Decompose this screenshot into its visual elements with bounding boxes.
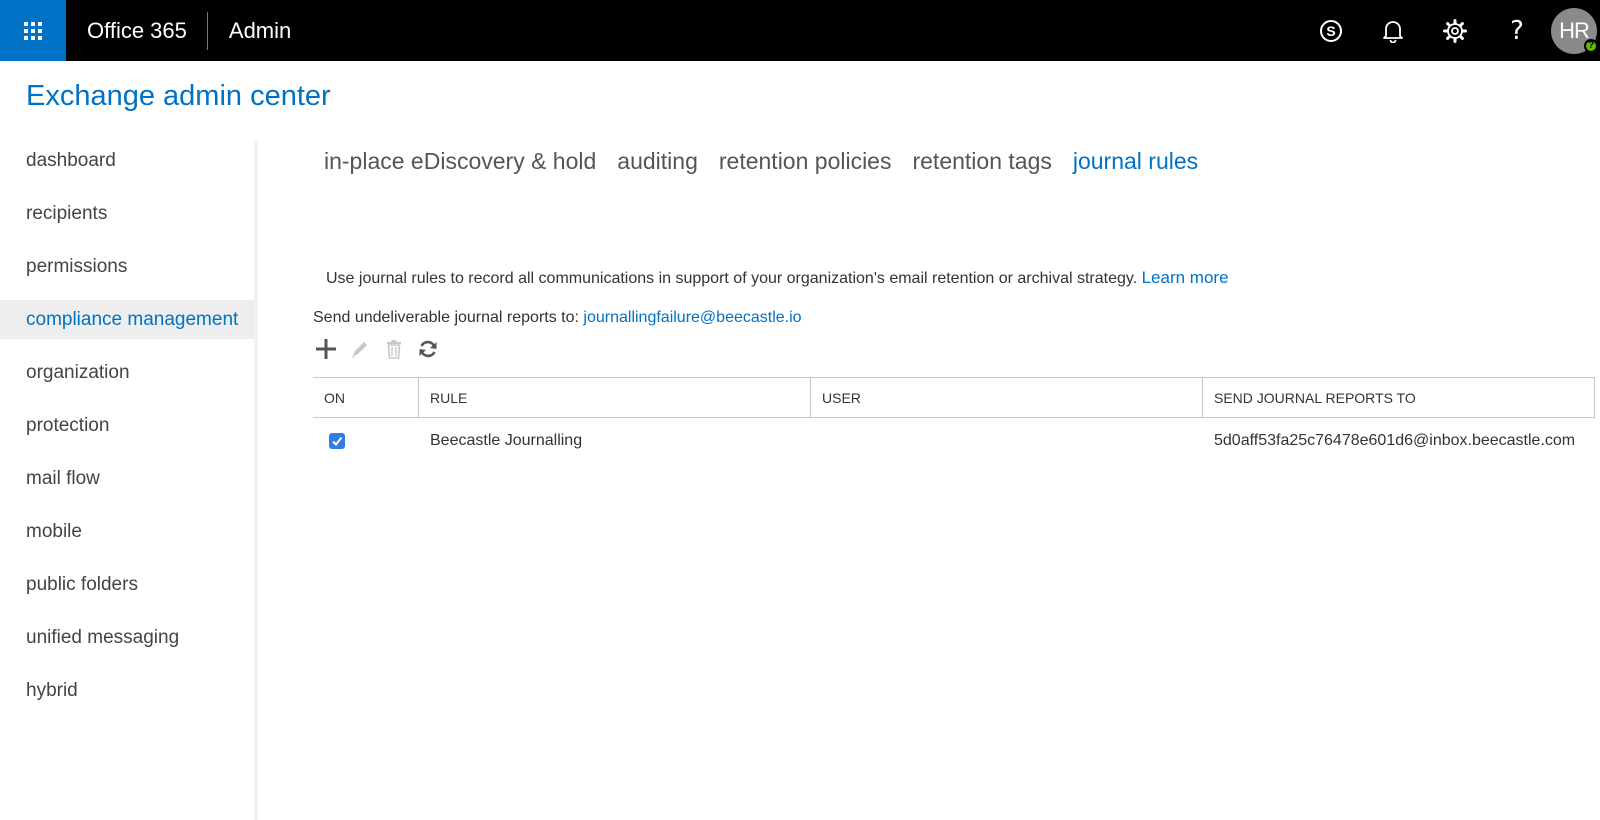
sidebar-item-organization[interactable]: organization <box>0 353 254 392</box>
sidebar-item-hybrid[interactable]: hybrid <box>0 671 254 710</box>
settings-button[interactable] <box>1424 0 1486 61</box>
sidebar: dashboard recipients permissions complia… <box>0 141 258 820</box>
tab-retention-policies[interactable]: retention policies <box>719 148 892 175</box>
help-button[interactable]: ? <box>1486 0 1548 61</box>
undeliverable-label: Send undeliverable journal reports to: <box>313 309 579 326</box>
sidebar-item-mail-flow[interactable]: mail flow <box>0 459 254 498</box>
undeliverable-email-link[interactable]: journallingfailure@beecastle.io <box>583 309 801 326</box>
delete-button[interactable] <box>382 337 406 361</box>
skype-icon: S <box>1320 19 1342 42</box>
rule-send-to-cell: 5d0aff53fa25c76478e601d6@inbox.beecastle… <box>1214 432 1576 449</box>
app-launcher-icon <box>24 21 42 40</box>
learn-more-link[interactable]: Learn more <box>1142 268 1229 287</box>
refresh-icon <box>419 340 437 358</box>
column-header-user[interactable]: USER <box>811 378 1203 417</box>
sidebar-item-protection[interactable]: protection <box>0 406 254 445</box>
rule-name-cell: Beecastle Journalling <box>430 432 583 449</box>
journal-rules-description: Use journal rules to record all communic… <box>326 268 1229 288</box>
description-text: Use journal rules to record all communic… <box>326 270 1138 287</box>
help-icon: ? <box>1510 15 1524 46</box>
tab-retention-tags[interactable]: retention tags <box>912 148 1051 175</box>
admin-app-title[interactable]: Admin <box>208 18 291 44</box>
tab-journal-rules[interactable]: journal rules <box>1073 148 1198 175</box>
page-title: Exchange admin center <box>26 80 331 112</box>
sidebar-item-permissions[interactable]: permissions <box>0 247 254 286</box>
app-launcher-button[interactable] <box>0 0 66 61</box>
rule-enabled-checkbox[interactable] <box>329 433 345 449</box>
edit-button[interactable] <box>348 337 372 361</box>
column-header-send-journal-reports-to[interactable]: SEND JOURNAL REPORTS TO <box>1203 378 1595 417</box>
gear-icon <box>1443 18 1467 43</box>
sidebar-item-mobile[interactable]: mobile <box>0 512 254 551</box>
sidebar-item-dashboard[interactable]: dashboard <box>0 141 254 180</box>
table-header: ON RULE USER SEND JOURNAL REPORTS TO <box>313 377 1595 418</box>
notifications-button[interactable] <box>1362 0 1424 61</box>
delete-icon <box>387 340 401 359</box>
sidebar-item-recipients[interactable]: recipients <box>0 194 254 233</box>
skype-button[interactable]: S <box>1300 0 1362 61</box>
edit-icon <box>352 342 367 358</box>
rules-toolbar <box>314 337 440 361</box>
journal-rules-table: ON RULE USER SEND JOURNAL REPORTS TO Bee… <box>313 377 1595 464</box>
top-icons: S ? HR ? <box>1300 0 1600 61</box>
bell-icon <box>1383 20 1403 43</box>
tab-in-place-ediscovery-hold[interactable]: in-place eDiscovery & hold <box>324 148 596 175</box>
tab-auditing[interactable]: auditing <box>617 148 698 175</box>
column-header-rule[interactable]: RULE <box>419 378 811 417</box>
svg-text:S: S <box>1326 23 1335 39</box>
office-365-brand[interactable]: Office 365 <box>66 18 207 44</box>
refresh-button[interactable] <box>416 337 440 361</box>
column-header-on[interactable]: ON <box>313 378 419 417</box>
compliance-tabs: in-place eDiscovery & hold auditing rete… <box>324 148 1198 175</box>
sidebar-item-compliance-management[interactable]: compliance management <box>0 300 254 339</box>
sidebar-item-unified-messaging[interactable]: unified messaging <box>0 618 254 657</box>
presence-badge-icon: ? <box>1584 39 1598 53</box>
undeliverable-reports-line: Send undeliverable journal reports to: j… <box>313 309 802 327</box>
table-row[interactable]: Beecastle Journalling 5d0aff53fa25c76478… <box>313 418 1595 464</box>
checkmark-icon <box>332 436 343 447</box>
account-area: HR ? <box>1548 0 1600 61</box>
top-bar: Office 365 Admin S ? HR ? <box>0 0 1600 61</box>
add-button[interactable] <box>314 337 338 361</box>
rule-enabled-cell <box>313 433 419 449</box>
sidebar-item-public-folders[interactable]: public folders <box>0 565 254 604</box>
add-icon <box>316 339 336 359</box>
